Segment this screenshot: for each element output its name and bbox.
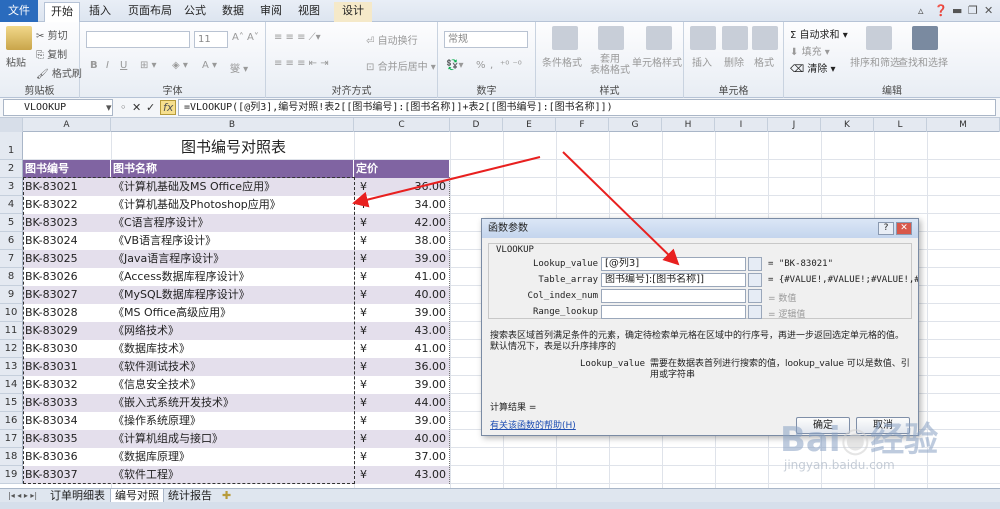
annotation-arrows xyxy=(352,151,680,266)
annotation-arrow-to-cell xyxy=(352,156,541,208)
annotation-arrow-to-input xyxy=(562,151,680,266)
